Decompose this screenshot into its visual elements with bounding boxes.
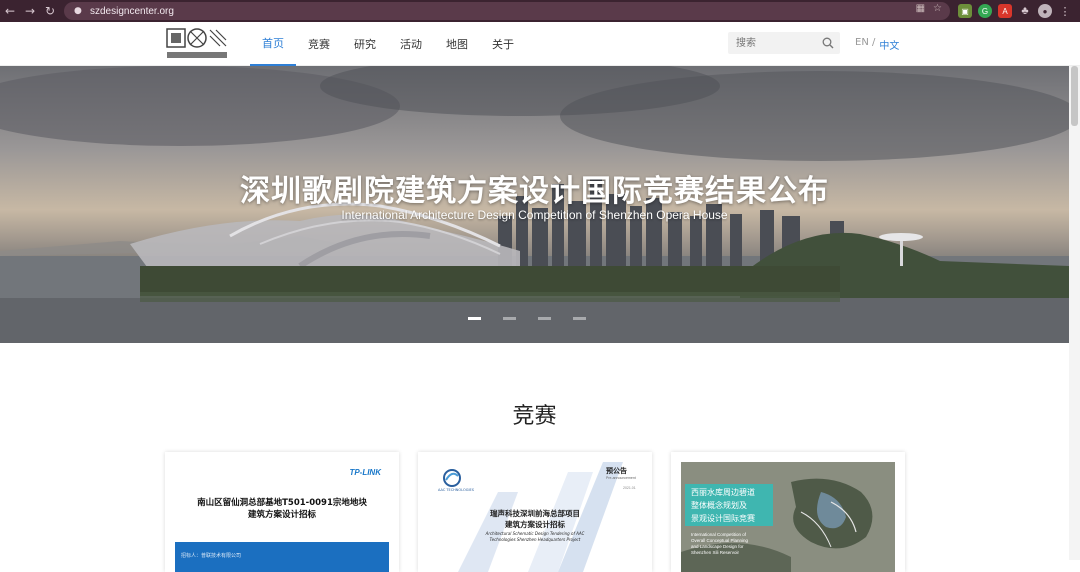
carousel-dot[interactable] [538,317,551,320]
card-title-line: 建筑方案设计招标 [505,520,565,529]
card-title-line: 建筑方案设计招标 [247,510,316,520]
site-header: 首页 竞赛 研究 活动 地图 关于 EN / 中文 [0,22,1080,66]
card-footer-text: 招标人：普联技术有限公司 [181,553,242,559]
browser-toolbar: ← → ↻ ● szdesigncenter.org ▦ ☆ ▣ G A ♣ ●… [0,0,1080,22]
notice-date: 2021.01 [623,486,636,490]
aac-logo-text: AAC TECHNOLOGIES [438,488,474,492]
nav-competition[interactable]: 竞赛 [296,22,342,66]
page-scrollbar[interactable] [1069,66,1080,560]
puzzle-icon[interactable]: ♣ [1018,4,1032,18]
card-title-line: 西丽水库周边碧道 [691,488,755,497]
card-title-en: Shenzhen Xili Reservoir [691,550,740,555]
card-title-en: Architectural Schematic Design Tendering… [485,531,585,536]
nav-events[interactable]: 活动 [388,22,434,66]
language-switch: EN / 中文 [855,37,899,52]
card-title-line: 整体概念规划及 [691,501,747,510]
reload-icon[interactable]: ↻ [40,0,60,22]
carousel-dot[interactable] [573,317,586,320]
profile-avatar-icon[interactable]: ● [1038,4,1052,18]
grammarly-icon[interactable]: G [978,4,992,18]
card-title-en: Overall Conceptual Planning [691,538,749,543]
bookmark-star-icon[interactable]: ☆ [933,3,942,14]
notice-label-en: Pre-announcement [606,476,636,480]
card-title-en: Technologies Shenzhen Headquarters Proje… [489,537,581,542]
lock-icon: ● [74,6,82,16]
address-url[interactable]: szdesigncenter.org [90,6,174,17]
hero-title: 深圳歌剧院建筑方案设计国际竞赛结果公布 [240,174,829,209]
back-icon[interactable]: ← [0,0,20,22]
card-title-en: International Competition of [691,532,747,537]
hero-subtitle: International Architecture Design Compet… [341,208,728,222]
search-icon[interactable] [822,37,834,49]
address-bar[interactable]: ● szdesigncenter.org ▦ ☆ [64,2,950,20]
card-title-en: and Landscape Design for [691,544,744,549]
carousel-dot[interactable] [468,317,481,320]
competition-card-tplink[interactable]: TP-LINK 南山区留仙洞总部基地T501-0091宗地地块 建筑方案设计招标… [165,452,399,572]
competition-card-xili[interactable]: 西丽水库周边碧道 整体概念规划及 景观设计国际竞赛 International … [671,452,905,572]
carousel-dot[interactable] [503,317,516,320]
pdf-icon[interactable]: A [998,4,1012,18]
nav-home[interactable]: 首页 [250,22,296,66]
notice-label: 预公告 [606,467,627,475]
hero-banner[interactable]: 深圳歌剧院建筑方案设计国际竞赛结果公布 International Archit… [0,66,1069,343]
extension-icon[interactable]: ▣ [958,4,972,18]
card-title-line: 瑞声科技深圳前海总部项目 [490,509,580,518]
card-title-line: 景观设计国际竞赛 [691,514,755,523]
nav-about[interactable]: 关于 [480,22,526,66]
nav-map[interactable]: 地图 [434,22,480,66]
kebab-menu-icon[interactable]: ⋮ [1058,4,1072,18]
nav-research[interactable]: 研究 [342,22,388,66]
lang-cn-link[interactable]: 中文 [879,37,899,52]
section-title-competition: 竞赛 [512,404,557,429]
logo[interactable] [166,28,228,60]
card-title-line: 南山区留仙洞总部基地T501-0091宗地地块 [197,498,367,508]
main-nav: 首页 竞赛 研究 活动 地图 关于 [250,22,526,66]
translate-icon[interactable]: ▦ [916,3,925,14]
scrollbar-thumb[interactable] [1071,66,1078,126]
tplink-logo: TP-LINK [349,468,381,477]
forward-icon[interactable]: → [20,0,40,22]
competition-card-aac[interactable]: AAC TECHNOLOGIES 预公告 Pre-announcement 20… [418,452,652,572]
lang-en-link[interactable]: EN / [855,37,875,52]
carousel-dots [468,317,586,320]
